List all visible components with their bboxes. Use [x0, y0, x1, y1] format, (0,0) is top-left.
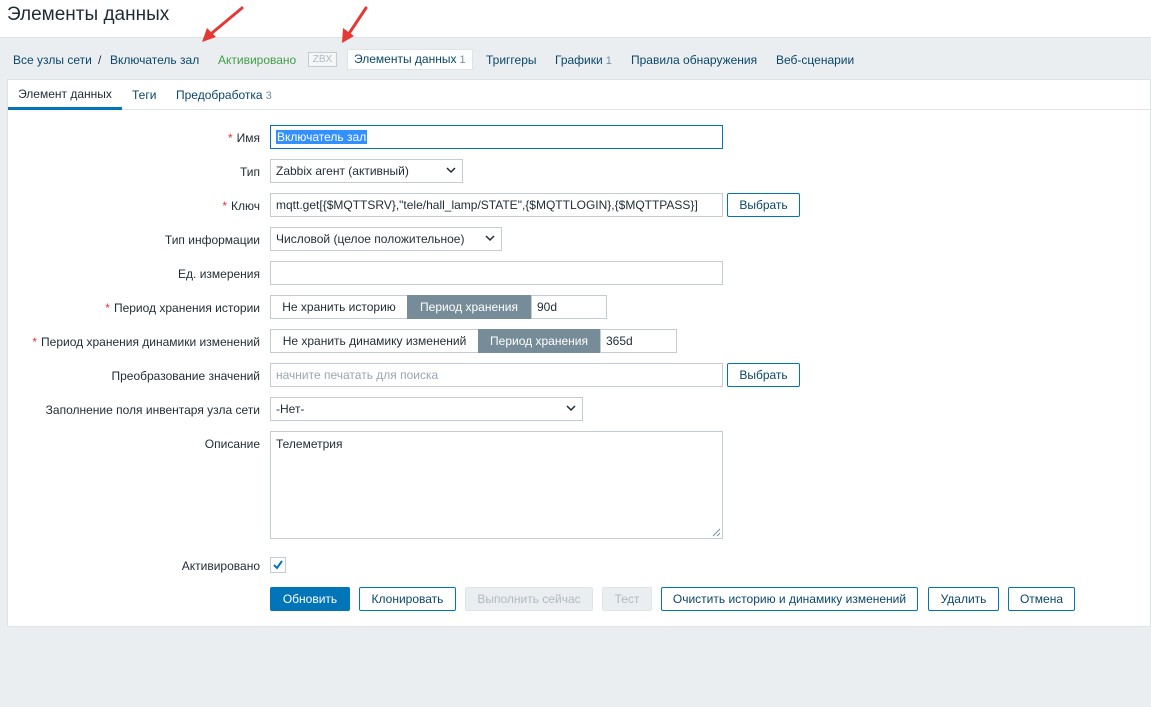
enabled-checkbox[interactable] — [270, 557, 286, 573]
key-label: * Ключ — [222, 199, 260, 213]
tab-item[interactable]: Элемент данных — [8, 80, 122, 110]
info-type-select-value: Числовой (целое положительное) — [276, 232, 465, 246]
nav-items-label: Элементы данных — [354, 52, 457, 66]
history-period-option[interactable]: Период хранения — [407, 295, 531, 319]
breadcrumb-host[interactable]: Включатель зал — [110, 53, 199, 67]
tab-tags[interactable]: Теги — [132, 88, 156, 102]
enabled-label: Активировано — [181, 559, 260, 573]
description-textarea[interactable]: Телеметрия — [270, 431, 723, 539]
nav-graphs-label: Графики — [555, 53, 603, 67]
info-type-label: Тип информации — [164, 233, 260, 247]
nav-graphs[interactable]: Графики 1 — [555, 53, 612, 67]
tab-preprocessing-label: Предобработка — [176, 88, 263, 102]
clone-button[interactable]: Клонировать — [359, 587, 456, 611]
checkmark-icon — [273, 560, 283, 570]
page-header: Элементы данных — [0, 0, 1151, 43]
name-input[interactable]: Включатель зал — [270, 125, 723, 149]
valuemap-select-button[interactable]: Выбрать — [727, 363, 800, 387]
description-value: Телеметрия — [276, 437, 343, 451]
nav-items[interactable]: Элементы данных 1 — [347, 49, 473, 70]
required-mark: * — [227, 131, 233, 145]
description-label: Описание — [204, 437, 260, 451]
key-label-text: Ключ — [231, 199, 260, 213]
valuemap-label: Преобразование значений — [111, 369, 260, 383]
name-input-value: Включатель зал — [276, 130, 368, 144]
type-select-value: Zabbix агент (активный) — [276, 164, 409, 178]
nav-web[interactable]: Веб-сценарии — [776, 53, 854, 67]
inventory-select-value: -Нет- — [276, 402, 305, 416]
delete-button[interactable]: Удалить — [928, 587, 999, 611]
name-label: * Имя — [228, 131, 260, 145]
item-form-panel: Элемент данных Теги Предобработка 3 * Имя … — [7, 79, 1151, 627]
update-button[interactable]: Обновить — [270, 587, 350, 611]
tab-preprocessing-count: 3 — [265, 90, 272, 102]
trends-label-text: Период хранения динамики изменений — [41, 335, 260, 349]
zbx-availability-badge: ZBX — [308, 52, 337, 67]
tab-preprocessing[interactable]: Предобработка 3 — [176, 88, 272, 102]
form-tabs: Элемент данных Теги Предобработка 3 — [8, 80, 1150, 110]
trends-label: * Период хранения динамики изменений — [32, 335, 260, 349]
history-no-store-option[interactable]: Не хранить историю — [270, 295, 408, 319]
trends-no-store-option[interactable]: Не хранить динамику изменений — [270, 329, 479, 353]
units-label: Ед. измерения — [178, 267, 260, 281]
inventory-label: Заполнение поля инвентаря узла сети — [45, 403, 260, 417]
nav-triggers[interactable]: Триггеры — [486, 53, 537, 67]
type-label: Тип — [239, 165, 260, 179]
page-title: Элементы данных — [7, 4, 170, 25]
cancel-button[interactable]: Отмена — [1008, 587, 1075, 611]
type-select[interactable]: Zabbix агент (активный) — [270, 159, 463, 183]
required-mark: * — [32, 335, 38, 349]
clear-history-button[interactable]: Очистить историю и динамику изменений — [661, 587, 918, 611]
name-label-text: Имя — [236, 131, 260, 145]
host-status[interactable]: Активировано — [218, 53, 296, 67]
chevron-down-icon — [485, 235, 495, 242]
inventory-select[interactable]: -Нет- — [270, 397, 583, 421]
execute-now-button[interactable]: Выполнить сейчас — [465, 587, 593, 611]
resize-handle-icon[interactable] — [712, 528, 721, 537]
breadcrumb-separator: / — [98, 53, 102, 67]
test-button[interactable]: Тест — [602, 587, 652, 611]
required-mark: * — [105, 301, 110, 315]
chevron-down-icon — [566, 405, 576, 412]
trends-period-input[interactable]: 365d — [600, 329, 677, 353]
nav-discovery[interactable]: Правила обнаружения — [631, 53, 757, 67]
nav-graphs-count: 1 — [605, 55, 612, 67]
history-period-input[interactable]: 90d — [531, 295, 607, 319]
nav-items-count: 1 — [459, 54, 466, 66]
required-mark: * — [222, 199, 228, 213]
units-input[interactable] — [270, 261, 723, 285]
trends-period-option[interactable]: Период хранения — [478, 329, 600, 353]
history-label: * Период хранения истории — [105, 301, 260, 315]
history-label-text: Период хранения истории — [113, 301, 260, 315]
chevron-down-icon — [446, 167, 456, 174]
host-navigation: Все узлы сети / Включатель зал Активиров… — [0, 39, 1151, 79]
annotation-arrow-left — [202, 6, 244, 42]
info-type-select[interactable]: Числовой (целое положительное) — [270, 227, 502, 251]
key-select-button[interactable]: Выбрать — [727, 193, 800, 217]
key-input[interactable]: mqtt.get[{$MQTTSRV},"tele/hall_lamp/STAT… — [270, 193, 723, 217]
valuemap-input[interactable]: начните печатать для поиска — [270, 363, 723, 387]
annotation-arrow-right — [342, 6, 368, 43]
breadcrumb-all-hosts[interactable]: Все узлы сети — [13, 53, 92, 67]
valuemap-placeholder: начните печатать для поиска — [276, 368, 439, 382]
